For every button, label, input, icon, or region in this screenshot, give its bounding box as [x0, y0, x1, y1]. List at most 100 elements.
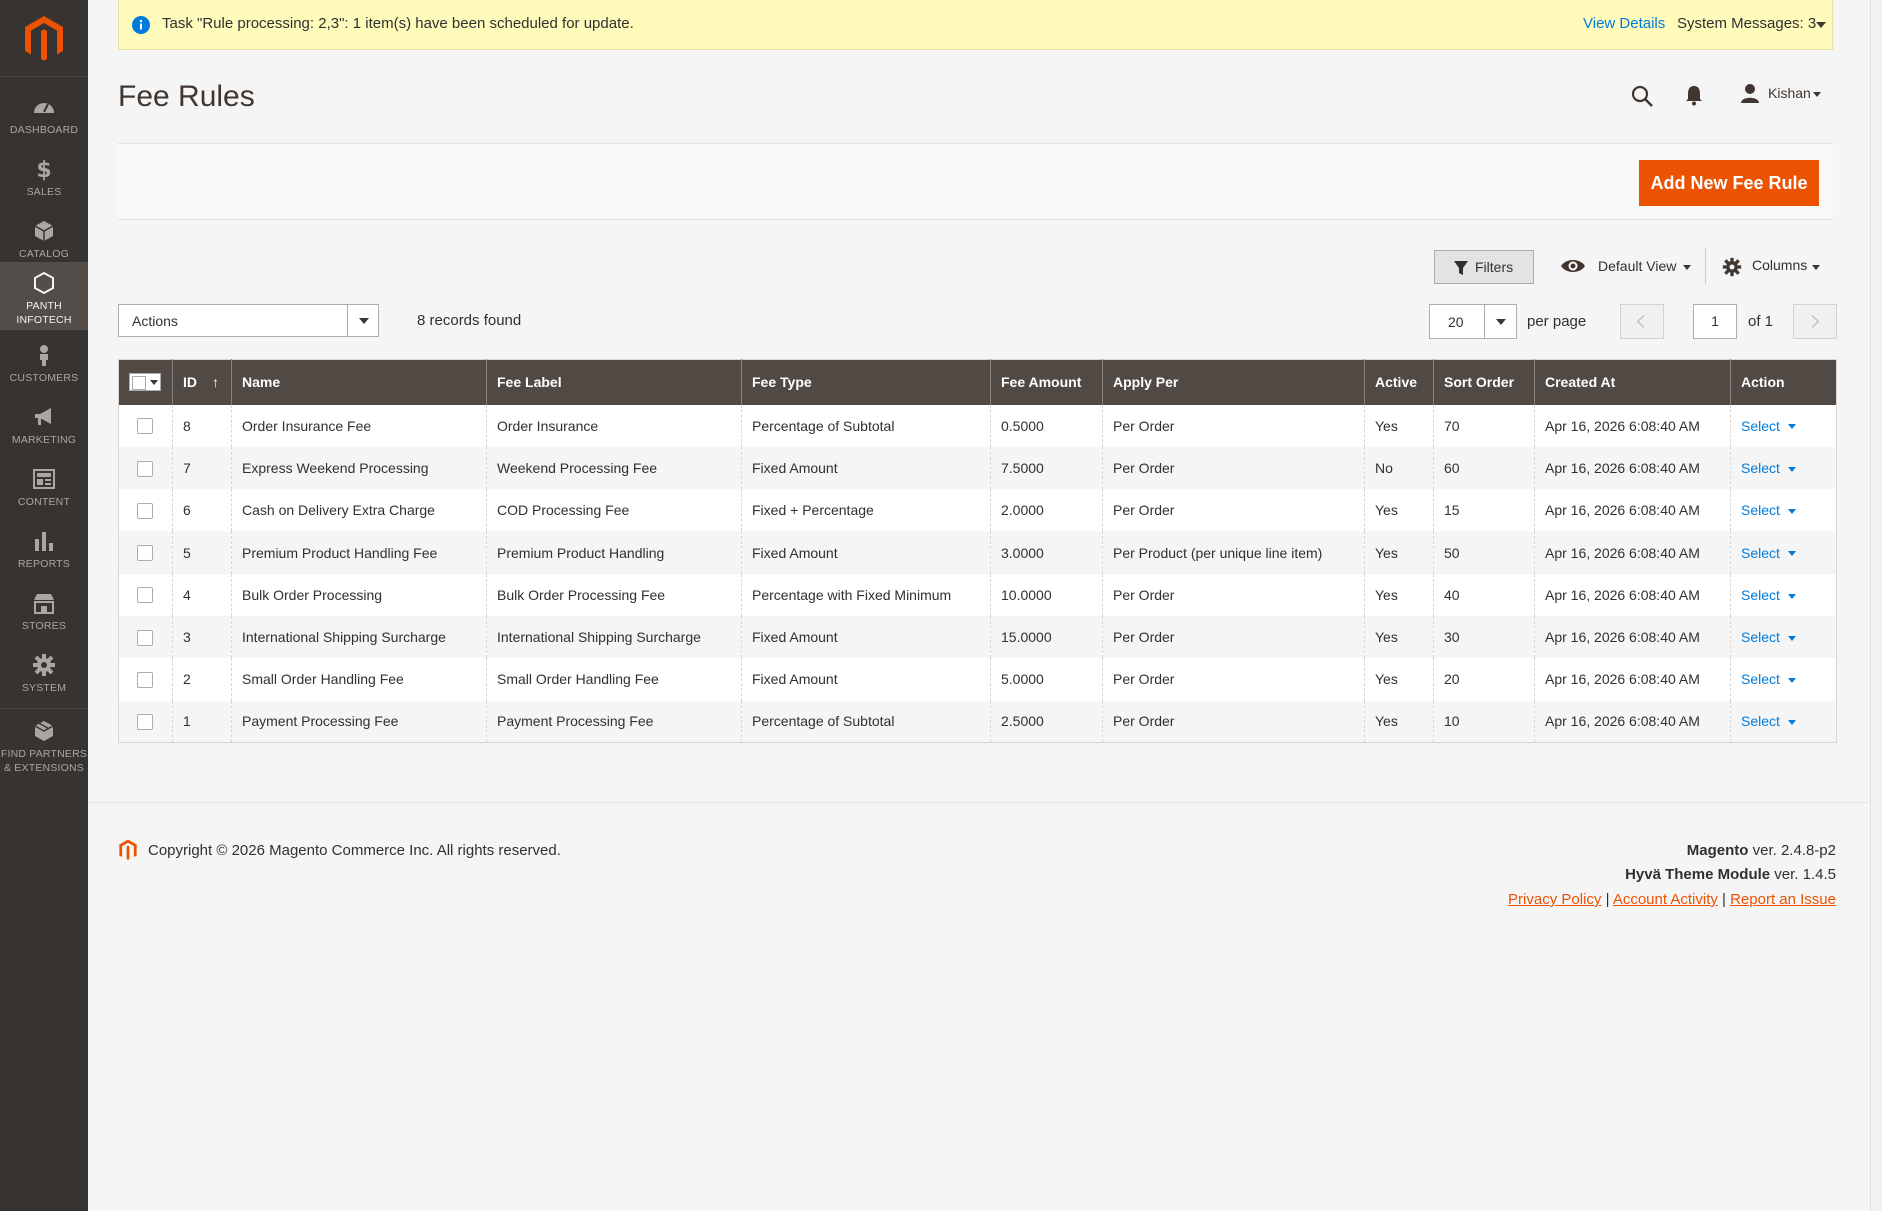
grid-body: 8 Order Insurance Fee Order Insurance Perce… — [118, 404, 1837, 743]
nav-system[interactable]: SYSTEM — [0, 644, 88, 706]
cell-sort-order: 60 — [1433, 446, 1535, 490]
add-new-fee-rule-button[interactable]: Add New Fee Rule — [1639, 160, 1819, 206]
mass-actions-select[interactable]: Actions — [118, 304, 379, 337]
content-icon — [33, 469, 55, 489]
table-row[interactable]: 1 Payment Processing Fee Payment Processin… — [118, 700, 1837, 743]
report-issue-link[interactable]: Report an Issue — [1730, 891, 1836, 908]
cell-name: Cash on Delivery Extra Charge — [231, 489, 487, 532]
cell-fee-amount: 10.0000 — [990, 573, 1103, 616]
chevron-down-icon[interactable] — [1787, 720, 1796, 726]
chevron-down-icon[interactable] — [1812, 265, 1820, 270]
row-checkbox[interactable] — [137, 714, 153, 731]
magento-logo[interactable] — [22, 14, 66, 64]
chevron-down-icon[interactable] — [1787, 466, 1796, 472]
per-page-value: 20 — [1448, 314, 1464, 330]
column-header-fee-type[interactable]: Fee Type — [741, 359, 991, 405]
column-header-fee-amount[interactable]: Fee Amount — [990, 359, 1103, 405]
column-header-created-at[interactable]: Created At — [1534, 359, 1731, 405]
nav-divider — [0, 708, 88, 709]
column-header-sort-order[interactable]: Sort Order — [1433, 359, 1535, 405]
user-account-menu[interactable]: Kishan — [1768, 85, 1811, 101]
user-icon[interactable] — [1740, 83, 1760, 103]
search-icon[interactable] — [1630, 84, 1654, 108]
nav-customers[interactable]: CUSTOMERS — [0, 334, 88, 396]
dashboard-icon — [34, 103, 54, 113]
default-view-dropdown[interactable]: Default View — [1598, 258, 1676, 274]
nav-label: SYSTEM — [21, 682, 67, 694]
table-row[interactable]: 4 Bulk Order Processing Bulk Order Process… — [119, 573, 1837, 616]
system-messages-toggle[interactable]: System Messages: 3 — [1677, 15, 1816, 32]
next-page-button[interactable] — [1793, 304, 1837, 339]
nav-panth-infotech[interactable]: PANTH INFOTECH — [0, 262, 88, 330]
row-action-select[interactable]: Select — [1741, 587, 1780, 603]
page-scrollbar[interactable] — [1870, 0, 1882, 1211]
column-header-active[interactable]: Active — [1364, 359, 1434, 405]
table-row[interactable]: 5 Premium Product Handling Fee Premium Pro… — [118, 531, 1837, 574]
chevron-down-icon[interactable] — [1816, 22, 1826, 28]
column-header-fee-label[interactable]: Fee Label — [486, 359, 742, 405]
row-checkbox[interactable] — [137, 629, 153, 646]
table-row[interactable]: 3 International Shipping Surcharge Interna… — [118, 615, 1837, 659]
table-row[interactable]: 6 Cash on Delivery Extra Charge COD Proces… — [119, 489, 1837, 532]
chevron-down-icon[interactable] — [1787, 635, 1796, 641]
nav-stores[interactable]: STORES — [0, 582, 88, 644]
row-action-select[interactable]: Select — [1741, 502, 1780, 518]
nav-reports[interactable]: REPORTS — [0, 520, 88, 582]
columns-dropdown[interactable]: Columns — [1752, 257, 1807, 273]
nav-marketing[interactable]: MARKETING — [0, 396, 88, 458]
nav-sales[interactable]: $ SALES — [0, 148, 88, 210]
chevron-down-icon[interactable] — [1683, 265, 1691, 270]
cell-fee-amount: 5.0000 — [990, 658, 1103, 701]
chevron-down-icon[interactable] — [1787, 678, 1796, 684]
table-row[interactable]: 7 Express Weekend Processing Weekend Proce… — [118, 446, 1837, 490]
grid-header-row: ID ↑ Name Fee Label Fee Type Fee Amount A… — [118, 359, 1837, 405]
nav-find-partners[interactable]: FIND PARTNERS & EXTENSIONS — [0, 710, 88, 774]
bell-icon[interactable] — [1684, 84, 1704, 106]
row-checkbox[interactable] — [137, 672, 153, 689]
table-row[interactable]: 8 Order Insurance Fee Order Insurance Perce… — [119, 404, 1837, 447]
mass-select-checkbox[interactable] — [129, 373, 161, 392]
nav-dashboard[interactable]: DASHBOARD — [0, 86, 88, 148]
row-action-select[interactable]: Select — [1741, 460, 1780, 476]
chevron-down-icon[interactable] — [1813, 92, 1821, 97]
cell-id: 2 — [172, 658, 232, 701]
row-action-select[interactable]: Select — [1741, 418, 1780, 434]
view-details-link[interactable]: View Details — [1583, 15, 1665, 32]
previous-page-button[interactable] — [1620, 304, 1664, 339]
chevron-down-icon[interactable] — [1787, 593, 1796, 599]
chevron-down-icon[interactable] — [1787, 424, 1796, 430]
chevron-down-icon[interactable] — [347, 305, 378, 336]
row-action-select[interactable]: Select — [1741, 713, 1780, 729]
row-checkbox[interactable] — [137, 460, 153, 477]
cell-action: Select — [1730, 700, 1837, 743]
row-checkbox[interactable] — [137, 418, 153, 435]
chevron-down-icon[interactable] — [1484, 305, 1516, 338]
chevron-down-icon[interactable] — [1787, 509, 1796, 515]
privacy-policy-link[interactable]: Privacy Policy — [1508, 891, 1601, 908]
row-checkbox[interactable] — [137, 545, 153, 562]
nav-content[interactable]: CONTENT — [0, 458, 88, 520]
page-number-input[interactable]: 1 — [1693, 304, 1737, 339]
row-action-select[interactable]: Select — [1741, 629, 1780, 645]
row-action-select[interactable]: Select — [1741, 545, 1780, 561]
system-message-bar: Task "Rule processing: 2,3": 1 item(s) h… — [118, 0, 1833, 50]
column-header-name[interactable]: Name — [231, 359, 487, 405]
account-activity-link[interactable]: Account Activity — [1613, 891, 1718, 908]
copyright-text: Copyright © 2026 Magento Commerce Inc. A… — [148, 842, 561, 859]
hyva-name: Hyvä Theme Module — [1625, 866, 1771, 883]
gear-icon[interactable] — [1722, 257, 1742, 277]
eye-icon[interactable] — [1560, 256, 1586, 276]
column-header-apply-per[interactable]: Apply Per — [1102, 359, 1365, 405]
row-checkbox[interactable] — [137, 587, 153, 604]
row-checkbox[interactable] — [137, 502, 153, 519]
chevron-down-icon[interactable] — [1787, 551, 1796, 557]
filters-button[interactable]: Filters — [1434, 250, 1534, 284]
cell-active: Yes — [1364, 404, 1434, 447]
per-page-select[interactable]: 20 — [1429, 304, 1517, 339]
megaphone-icon — [35, 408, 51, 425]
row-action-select[interactable]: Select — [1741, 671, 1780, 687]
magento-name: Magento — [1686, 842, 1749, 859]
column-header-id[interactable]: ID ↑ — [172, 359, 232, 405]
cell-name: Premium Product Handling Fee — [231, 531, 487, 574]
table-row[interactable]: 2 Small Order Handling Fee Small Order Han… — [119, 658, 1837, 701]
